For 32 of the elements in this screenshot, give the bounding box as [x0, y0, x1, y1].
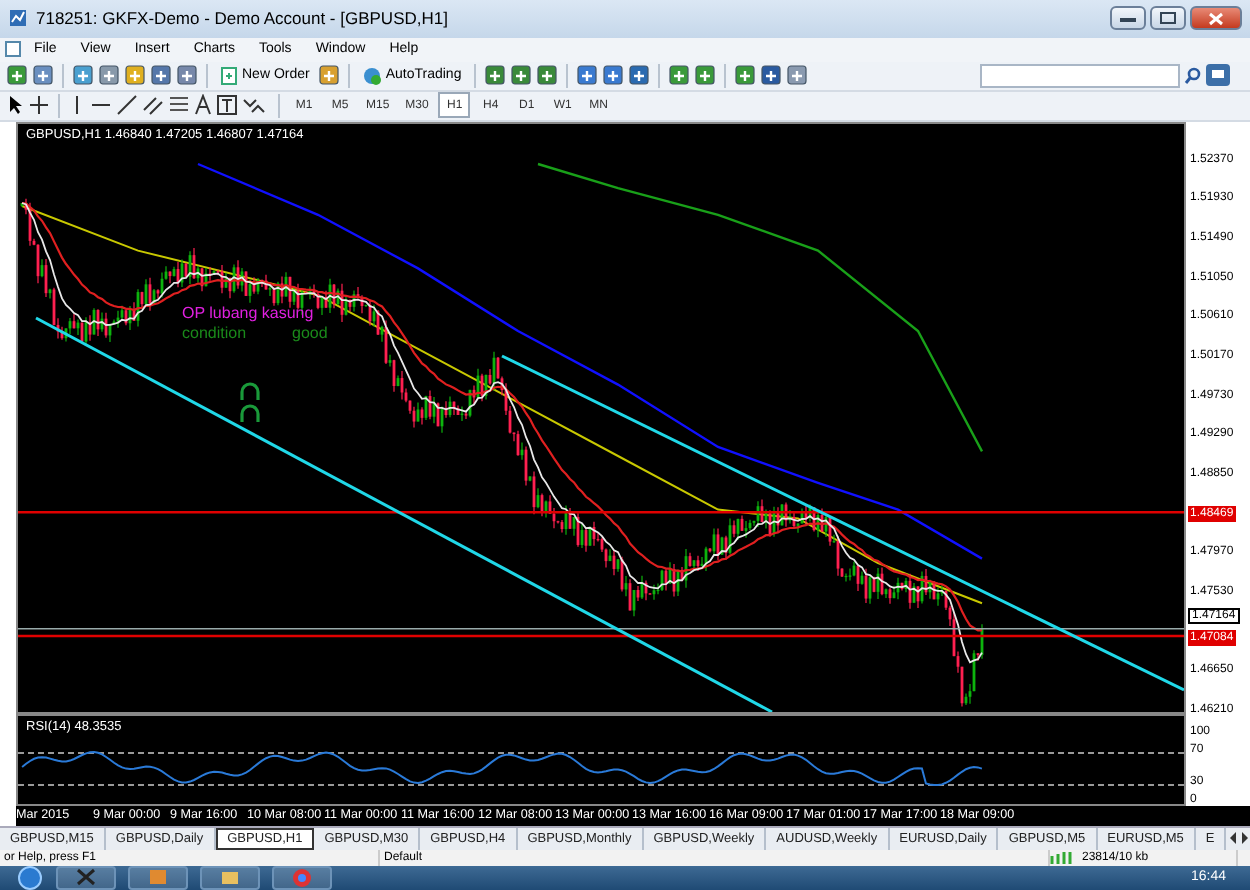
maximize-button[interactable] [1150, 6, 1186, 31]
folder-icon [220, 868, 240, 887]
chart-note: good [292, 323, 328, 342]
search-field[interactable] [980, 63, 1180, 88]
close-icon [1208, 11, 1224, 26]
browser-icon [292, 867, 312, 888]
omega-marks-icon [240, 381, 260, 423]
text-label-icon[interactable] [216, 94, 238, 117]
document-icon[interactable] [4, 40, 22, 59]
arrows-icon[interactable] [242, 94, 270, 117]
trendline-icon[interactable] [116, 94, 138, 117]
autotrading-icon [361, 65, 382, 86]
chat-icon[interactable] [1206, 64, 1230, 87]
chart-note: OP lubang kasung [182, 303, 314, 322]
app-icon [8, 8, 28, 29]
text-icon[interactable] [194, 94, 212, 117]
new-order-icon [220, 65, 238, 86]
close-button[interactable] [1190, 6, 1242, 31]
channel-icon[interactable] [142, 94, 164, 117]
connection-icon [1050, 850, 1078, 865]
chart-note: condition [182, 323, 247, 342]
app-window-icon [148, 868, 168, 887]
search-icon[interactable] [1184, 66, 1202, 85]
scroll-right-icon[interactable] [1238, 830, 1250, 847]
maximize-icon [1160, 12, 1176, 25]
minimize-button[interactable] [1110, 6, 1146, 31]
start-icon[interactable] [16, 865, 44, 890]
cursor-icon[interactable] [6, 94, 24, 117]
taskbar-app-button[interactable] [56, 865, 116, 890]
fibonacci-icon[interactable] [168, 94, 190, 117]
window-title: 718251: GKFX-Demo - Demo Account - [GBPUSD,H1] [36, 8, 450, 29]
cross-icon [76, 868, 96, 887]
